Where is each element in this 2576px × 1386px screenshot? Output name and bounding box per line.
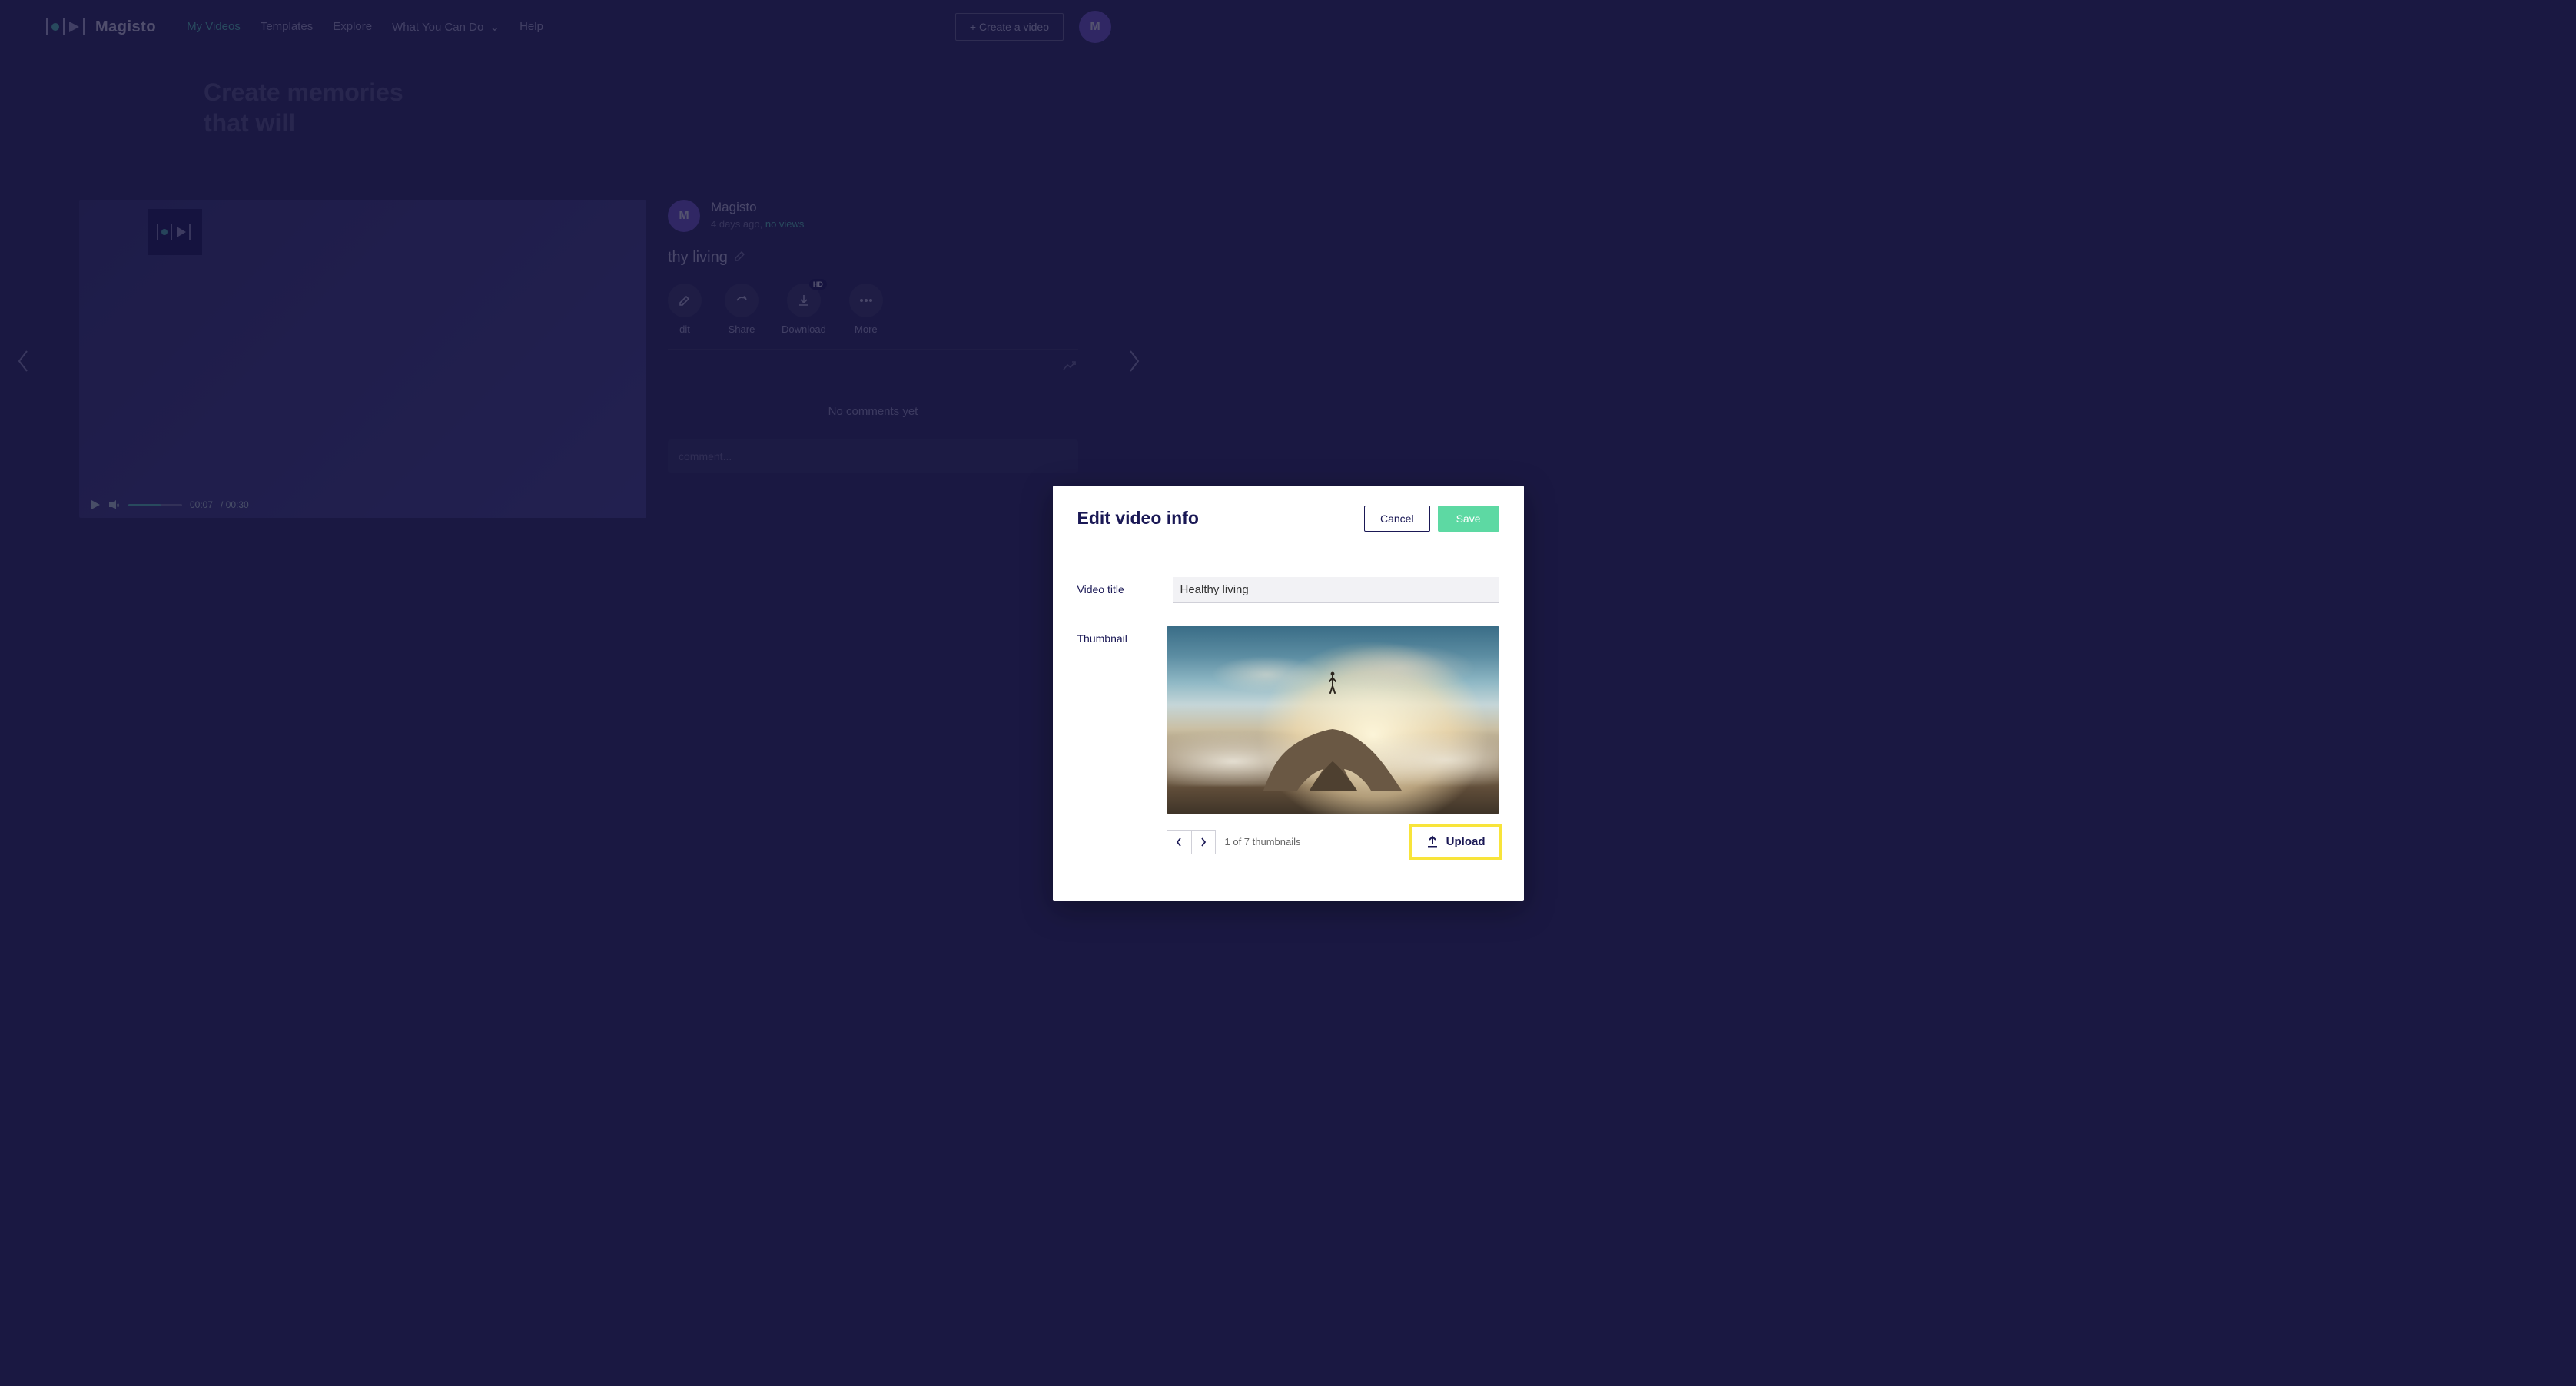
thumbnail-rock-shape [1256, 700, 1409, 792]
thumbnail-counter: 1 of 7 thumbnails [1225, 836, 1301, 847]
upload-thumbnail-button[interactable]: Upload [1412, 827, 1499, 857]
chevron-right-icon [1200, 837, 1207, 847]
modal-title: Edit video info [1077, 508, 1199, 529]
video-title-label: Video title [1077, 577, 1145, 595]
thumbnail-label: Thumbnail [1077, 626, 1139, 645]
thumbnail-preview[interactable] [1167, 626, 1499, 814]
save-button[interactable]: Save [1438, 506, 1499, 532]
thumbnail-prev-button[interactable] [1167, 830, 1191, 854]
upload-label: Upload [1446, 835, 1486, 848]
modal-overlay: Edit video info Cancel Save Video title … [0, 0, 2576, 1386]
upload-icon [1426, 835, 1439, 849]
chevron-left-icon [1176, 837, 1182, 847]
thumbnail-next-button[interactable] [1191, 830, 1216, 854]
thumbnail-person-shape [1327, 671, 1338, 694]
cancel-button[interactable]: Cancel [1364, 506, 1430, 532]
edit-video-modal: Edit video info Cancel Save Video title … [1053, 486, 1524, 901]
video-title-input[interactable] [1173, 577, 1499, 603]
